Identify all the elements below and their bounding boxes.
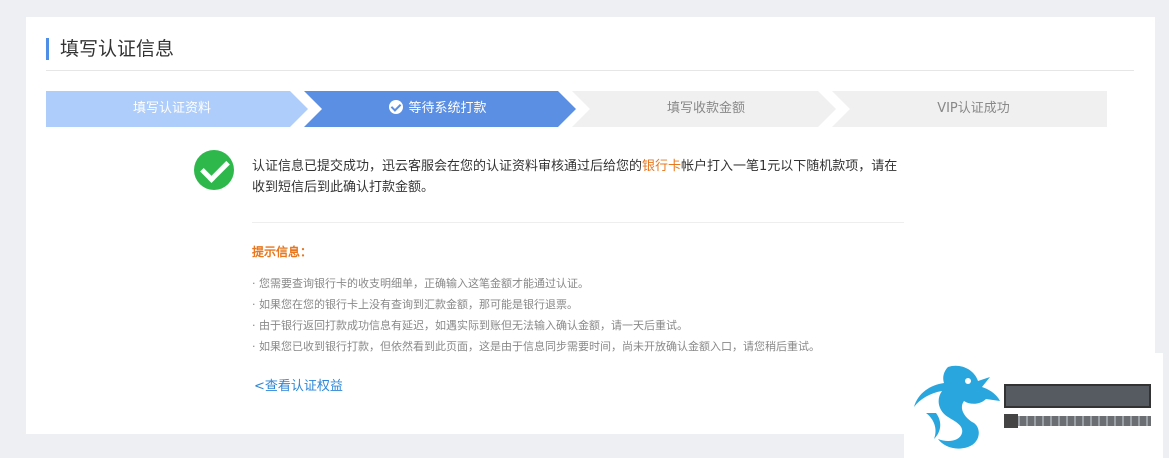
- step-1-label: 填写认证资料: [132, 101, 211, 116]
- watermark: [904, 353, 1163, 458]
- page-title: 填写认证信息: [46, 38, 174, 60]
- check-circle-icon: [194, 150, 234, 190]
- title-divider: [46, 70, 1134, 71]
- hints-title: 提示信息：: [252, 245, 313, 259]
- view-benefits-link[interactable]: <查看认证权益: [254, 375, 343, 394]
- step-2-label: 等待系统打款: [408, 101, 487, 116]
- hint-item: · 如果您已收到银行打款，但依然看到此页面，这是由于信息同步需要时间，尚未开放确…: [252, 340, 820, 353]
- watermark-bar: [1004, 384, 1151, 408]
- dragon-logo-icon: [914, 365, 1000, 449]
- step-4-label: VIP认证成功: [937, 101, 1010, 116]
- step-2: 等待系统打款: [312, 91, 564, 127]
- step-3: 填写收款金额: [580, 91, 832, 127]
- hint-item: · 由于银行返回打款成功信息有延迟，如遇实际到账但无法输入确认金额，请一天后重试…: [252, 319, 688, 332]
- message-before: 认证信息已提交成功，迅云客服会在您的认证资料审核通过后给您的: [252, 159, 643, 174]
- step-4: VIP认证成功: [840, 91, 1107, 127]
- watermark-url: [1004, 414, 1151, 428]
- step-1: 填写认证资料: [46, 91, 298, 127]
- message-highlight: 银行卡: [642, 159, 682, 174]
- hints-list: · 您需要查询银行卡的收支明细单，正确输入这笔金额才能通过认证。 · 如果您在您…: [252, 273, 820, 357]
- hint-item: · 如果您在您的银行卡上没有查询到汇款金额，那可能是银行退票。: [252, 298, 578, 311]
- hint-item: · 您需要查询银行卡的收支明细单，正确输入这笔金额才能通过认证。: [252, 277, 589, 290]
- step-3-label: 填写收款金额: [666, 101, 745, 116]
- check-icon: [389, 100, 404, 114]
- message-divider: [252, 222, 904, 223]
- progress-steps: 填写认证资料 等待系统打款 填写收款金额 VIP认证成功: [46, 91, 1107, 127]
- success-message: 认证信息已提交成功，迅云客服会在您的认证资料审核通过后给您的银行卡帐户打入一笔1…: [252, 156, 902, 198]
